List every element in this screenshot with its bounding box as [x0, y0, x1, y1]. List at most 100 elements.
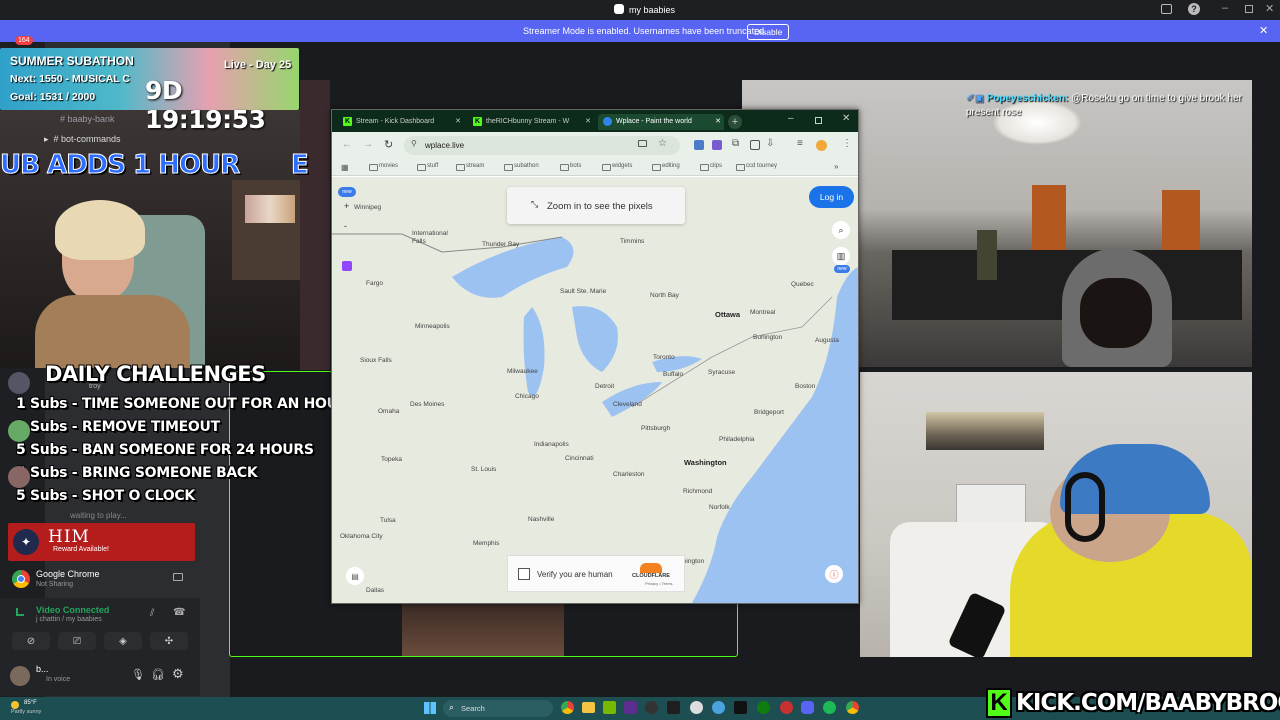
- camera-right-strip: [300, 80, 330, 370]
- close-window-button[interactable]: ✕: [842, 113, 850, 124]
- spotify-icon[interactable]: [823, 701, 836, 714]
- star-icon[interactable]: ☆: [658, 138, 667, 149]
- channel-label: bot-commands: [61, 134, 121, 144]
- voice-status-panel: Video Connected j chattin / my baabies ⫽…: [0, 598, 200, 696]
- channel-bot-commands[interactable]: ▸ # bot-commands: [44, 134, 121, 145]
- map-canvas[interactable]: new + - ⤡ Zoom in to see the pixels Log …: [332, 177, 858, 603]
- settings-gear-icon[interactable]: ⚙: [172, 666, 184, 682]
- bookmark-editing[interactable]: editing: [652, 163, 680, 171]
- camera-feed-streamer: [0, 110, 330, 368]
- extension-icon[interactable]: [816, 140, 827, 151]
- camera-feed-guest: [860, 372, 1252, 657]
- app-icon[interactable]: [712, 701, 725, 714]
- browser-window: K Stream - Kick Dashboard ✕ K theRICHbun…: [331, 109, 859, 604]
- taskbar-search[interactable]: ⌕ Search: [443, 700, 553, 717]
- app-icon[interactable]: [690, 701, 703, 714]
- close-tab-icon[interactable]: ✕: [455, 117, 461, 125]
- extension-icon[interactable]: [694, 140, 704, 150]
- forward-icon[interactable]: →: [363, 139, 373, 150]
- apps-grid-icon[interactable]: ▦: [341, 163, 349, 172]
- windows-start-icon[interactable]: [424, 702, 436, 714]
- app-icon[interactable]: [780, 701, 793, 714]
- challenge-item-2: 1 Subs - REMOVE TIMEOUT: [16, 419, 220, 435]
- microphone-icon[interactable]: 🎙︎: [131, 668, 145, 681]
- login-button[interactable]: Log in: [809, 186, 854, 208]
- disable-streamer-mode-button[interactable]: Disable: [747, 24, 790, 40]
- cast-icon[interactable]: [638, 140, 647, 147]
- nvidia-icon[interactable]: [603, 701, 616, 714]
- back-icon[interactable]: ←: [342, 139, 352, 150]
- tab-wplace[interactable]: Wplace - Paint the world ✕: [598, 114, 724, 130]
- tab-therichbunny[interactable]: K theRICHbunny Stream - W ✕: [468, 114, 594, 130]
- avatar[interactable]: [10, 666, 30, 686]
- app-icon[interactable]: [734, 701, 747, 714]
- bookmark-bots[interactable]: bots: [560, 163, 581, 171]
- menu-kebab-icon[interactable]: ⋮: [842, 138, 852, 149]
- bookmark-stuff[interactable]: stuff: [417, 163, 438, 171]
- him-reward-card[interactable]: ✦ HIM Reward Available!: [8, 523, 195, 561]
- media-icon[interactable]: ≡: [797, 138, 803, 149]
- xbox-icon[interactable]: [757, 701, 770, 714]
- camera-off-icon[interactable]: ⊘: [12, 632, 50, 650]
- zoom-out-icon[interactable]: -: [344, 221, 347, 231]
- soundboard-icon[interactable]: ✣: [150, 632, 188, 650]
- activity-icon[interactable]: ◈: [104, 632, 142, 650]
- more-bookmarks-icon[interactable]: »: [834, 162, 838, 171]
- extension-icon[interactable]: [750, 140, 760, 150]
- tab-kick-dashboard[interactable]: K Stream - Kick Dashboard ✕: [338, 114, 464, 130]
- layers-icon[interactable]: ▤: [346, 567, 364, 585]
- file-explorer-icon[interactable]: [582, 702, 595, 713]
- extension-icon[interactable]: [712, 140, 722, 150]
- close-bar-icon[interactable]: ✕: [1259, 24, 1268, 37]
- leaderboard-icon[interactable]: ▥: [832, 247, 850, 265]
- new-tab-button[interactable]: +: [728, 115, 742, 129]
- avatar: [8, 420, 30, 442]
- hudson-bay-edge: [332, 177, 858, 187]
- app-icon[interactable]: [645, 701, 658, 714]
- channel-label: baaby-bank: [67, 114, 115, 124]
- report-icon[interactable]: ⓘ: [825, 565, 843, 583]
- zoom-in-icon[interactable]: +: [344, 201, 349, 211]
- app-icon[interactable]: [667, 701, 680, 714]
- bookmark-stream[interactable]: stream: [456, 163, 484, 171]
- search-location-icon[interactable]: ⌕: [832, 221, 850, 239]
- chrome-taskbar-icon[interactable]: [561, 701, 574, 714]
- noise-suppression-icon[interactable]: ⫽: [150, 608, 154, 619]
- maximize-window-button[interactable]: [815, 117, 822, 124]
- close-button[interactable]: ✕: [1265, 2, 1274, 15]
- bookmark-ccd-tourney[interactable]: ccd tourney: [736, 163, 777, 171]
- share-screen-icon[interactable]: ⎚: [58, 632, 96, 650]
- close-tab-icon[interactable]: ✕: [715, 117, 721, 125]
- him-subtitle: Reward Available!: [53, 546, 109, 553]
- screen-share-icon[interactable]: [173, 573, 183, 581]
- bookmark-widgets[interactable]: widgets: [602, 163, 632, 171]
- twitch-icon[interactable]: [342, 261, 352, 271]
- app-icon[interactable]: [624, 701, 637, 714]
- puzzle-icon[interactable]: ⧉: [732, 138, 739, 149]
- verify-checkbox[interactable]: [518, 568, 530, 580]
- minimize-button[interactable]: –: [1222, 2, 1228, 14]
- city-label: Oklahoma City: [340, 533, 383, 540]
- city-label: Memphis: [473, 540, 500, 547]
- tab-label: Stream - Kick Dashboard: [356, 118, 435, 125]
- channel-baaby-bank[interactable]: # baaby-bank: [60, 114, 115, 124]
- reload-icon[interactable]: ↻: [384, 138, 393, 151]
- bookmark-movies[interactable]: movies: [369, 163, 398, 171]
- him-title: HIM: [48, 527, 90, 547]
- close-tab-icon[interactable]: ✕: [585, 117, 591, 125]
- chrome-sharing-row[interactable]: Google Chrome Not Sharing: [8, 566, 195, 592]
- city-label: Indianapolis: [534, 441, 569, 448]
- site-info-icon[interactable]: ⚲: [411, 139, 417, 148]
- maximize-button[interactable]: [1245, 5, 1253, 13]
- minimize-window-button[interactable]: –: [788, 113, 794, 124]
- disconnect-icon[interactable]: ☎: [173, 607, 185, 618]
- bookmark-clips[interactable]: clips: [700, 163, 722, 171]
- discord-taskbar-icon[interactable]: [801, 701, 814, 714]
- chrome-taskbar-icon[interactable]: [846, 701, 859, 714]
- help-icon[interactable]: ?: [1188, 3, 1200, 15]
- bookmark-subathon[interactable]: subathon: [504, 163, 539, 171]
- headphones-icon[interactable]: 🎧︎: [151, 668, 165, 681]
- downloads-icon[interactable]: ⇩: [766, 138, 774, 149]
- address-bar[interactable]: ⚲ wplace.live ☆: [404, 136, 680, 155]
- inbox-icon[interactable]: [1161, 4, 1172, 14]
